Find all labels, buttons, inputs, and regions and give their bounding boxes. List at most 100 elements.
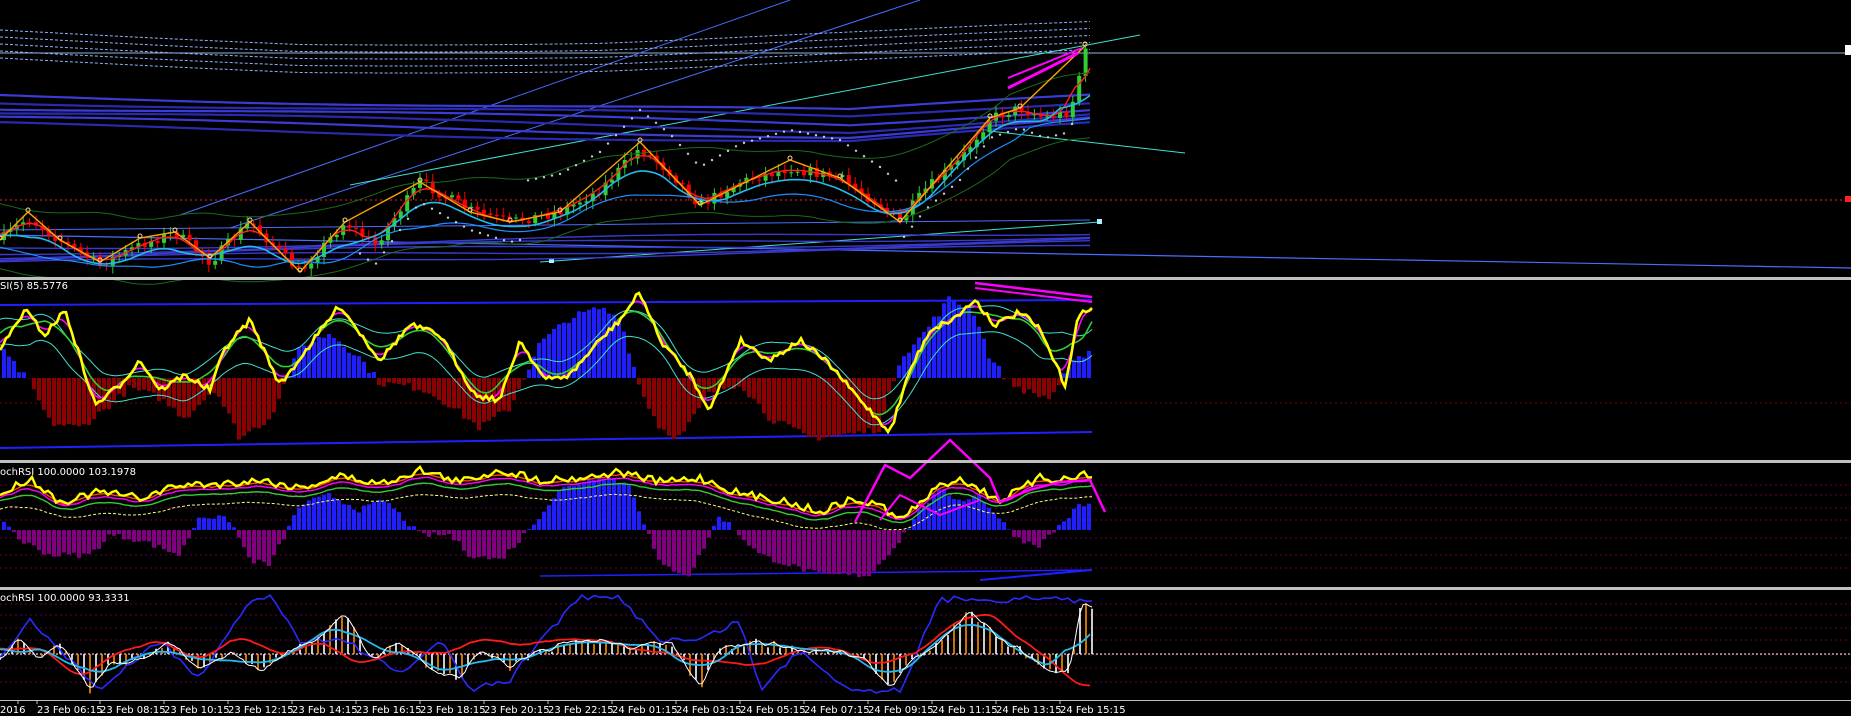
rsi-pane[interactable] — [0, 281, 1851, 449]
rsi-histogram-bar — [522, 378, 526, 380]
time-label: 23 Feb 14:15 — [292, 705, 358, 716]
rsi-histogram-bar — [777, 378, 781, 421]
stoch-histogram-bar — [87, 530, 91, 555]
rsi-histogram-bar — [412, 378, 416, 391]
stochrsi-1-label: ochRSI 100.0000 103.1978 — [0, 467, 136, 478]
stoch-histogram-bar — [67, 530, 71, 555]
rsi-histogram-bar — [892, 378, 896, 382]
stoch-histogram-bar — [477, 530, 481, 558]
rsi-histogram-bar — [817, 378, 821, 441]
stoch-histogram-bar — [232, 527, 236, 530]
rsi-histogram-bar — [1042, 378, 1046, 396]
trendline — [0, 234, 1851, 269]
rsi-histogram-bar — [1037, 378, 1041, 398]
psar-dot — [822, 135, 826, 138]
chart-canvas[interactable]: 2016 23 Feb 06:1523 Feb 08:1523 Feb 10:15… — [0, 0, 1851, 716]
rsi-histogram-bar — [102, 378, 106, 410]
stoch-histogram-bar — [997, 518, 1001, 530]
stoch-histogram-bar — [332, 498, 336, 530]
psar-dot — [574, 164, 578, 167]
stoch-histogram-bar — [1042, 530, 1046, 540]
psar-dot — [694, 161, 698, 164]
rsi-histogram-bar — [727, 378, 731, 388]
stoch-histogram-bar — [502, 530, 506, 559]
rsi-histogram-bar — [822, 378, 826, 438]
psar-dot — [526, 179, 530, 182]
stoch-histogram-bar — [372, 502, 376, 530]
stoch-histogram-bar — [882, 530, 886, 560]
rsi-histogram-bar — [897, 365, 901, 378]
stoch-histogram-bar — [647, 530, 651, 535]
stoch-histogram-bar — [467, 530, 471, 557]
psar-dot — [806, 132, 810, 135]
rsi-histogram-bar — [552, 328, 556, 378]
stoch-histogram-bar — [237, 530, 241, 538]
psar-dot — [918, 215, 922, 218]
rsi-histogram-bar — [887, 378, 891, 393]
stoch-histogram-bar — [277, 530, 281, 545]
stoch-histogram-bar — [787, 530, 791, 567]
candle-body — [379, 240, 384, 245]
psar-dot — [446, 216, 450, 219]
stoch-histogram-bar — [12, 530, 16, 533]
stoch-histogram-bar — [627, 485, 631, 530]
stoch-histogram-bar — [757, 530, 761, 554]
stoch-histogram-bar — [7, 526, 11, 530]
stoch-histogram-bar — [317, 496, 321, 530]
stoch-histogram-bar — [1072, 508, 1076, 530]
psar-dot — [542, 176, 546, 179]
stoch-histogram-bar — [377, 499, 381, 530]
rsi-histogram-bar — [1022, 378, 1026, 394]
stoch-histogram-bar — [857, 530, 861, 578]
stoch-histogram-bar — [817, 530, 821, 572]
rsi-histogram-bar — [402, 378, 406, 386]
time-label: 24 Feb 11:15 — [932, 705, 998, 716]
stoch-histogram-bar — [337, 500, 341, 530]
stoch-histogram-bar — [1067, 518, 1071, 530]
stoch-histogram-bar — [397, 512, 401, 530]
psar-dot — [878, 165, 882, 169]
rsi-histogram-bar — [1012, 378, 1016, 388]
rsi-histogram-bar — [767, 378, 771, 421]
candle-body — [846, 175, 851, 184]
candle-body — [424, 179, 429, 182]
rsi-histogram-bar — [357, 356, 361, 378]
stoch-histogram-bar — [792, 530, 796, 564]
stoch-histogram-bar — [827, 530, 831, 574]
stoch-histogram-bar — [682, 530, 686, 575]
candle-body — [1083, 48, 1088, 76]
rsi-histogram-bar — [17, 372, 21, 378]
psar-dot — [854, 149, 858, 152]
stoch-histogram-bar — [392, 508, 396, 530]
rsi-histogram-bar — [802, 378, 806, 434]
stoch-histogram-bar — [812, 530, 816, 571]
rsi-histogram-bar — [617, 321, 621, 378]
trading-chart[interactable]: 2016 23 Feb 06:15 23 Feb 08:15 23 Feb 10:15… — [0, 0, 1851, 716]
stoch-histogram-bar — [667, 530, 671, 567]
candle-body — [578, 202, 582, 205]
time-label: 23 Feb 22:15 — [548, 705, 614, 716]
stoch-lower-band — [539, 569, 1093, 577]
stoch-histogram-bar — [147, 530, 151, 542]
rsi-histogram-bar — [182, 378, 186, 418]
price-pane[interactable] — [0, 0, 1851, 285]
psar-dot — [798, 130, 802, 134]
stoch-histogram-bar — [292, 515, 296, 530]
stoch-histogram-bar — [622, 482, 626, 530]
psar-dot — [1006, 130, 1010, 134]
candle-body — [514, 217, 518, 219]
rsi-histogram-bar — [647, 378, 651, 409]
rsi-histogram-bar — [332, 337, 336, 378]
stoch-histogram-bar — [42, 530, 46, 555]
candle-body — [802, 171, 806, 176]
stochrsi-pane-2[interactable] — [0, 594, 1851, 694]
rsi-histogram-bar — [37, 378, 41, 401]
psar-dot — [830, 137, 834, 140]
candle-body — [725, 192, 730, 198]
stoch-histogram-bar — [142, 530, 146, 541]
psar-dot — [422, 203, 426, 206]
stoch-histogram-bar — [82, 530, 86, 554]
stoch-histogram-bar — [702, 530, 706, 549]
rsi-histogram-bar — [652, 378, 656, 417]
stoch-histogram-bar — [1087, 503, 1091, 530]
